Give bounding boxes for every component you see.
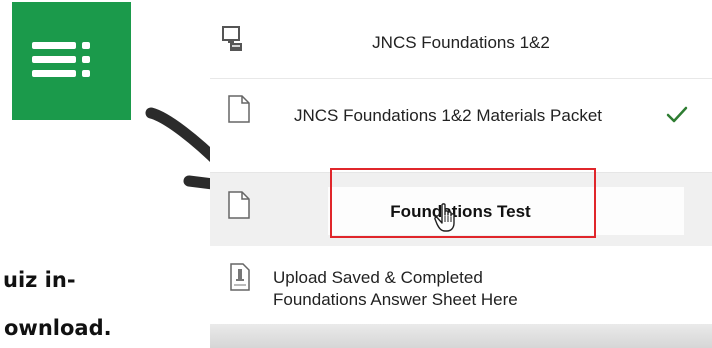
document-icon <box>228 191 250 219</box>
document-icon <box>228 95 250 123</box>
checkmark-icon <box>666 106 688 123</box>
course-item-materials-packet[interactable]: JNCS Foundations 1&2 Materials Packet <box>210 78 712 173</box>
course-item-upload-answer-sheet[interactable]: Upload Saved & Completed Foundations Ans… <box>210 246 712 324</box>
menu-tile[interactable] <box>12 2 131 120</box>
hand-cursor-icon <box>434 203 455 232</box>
assignment-file-icon <box>230 263 250 291</box>
course-item-label: JNCS Foundations 1&2 <box>372 33 550 52</box>
list-menu-icon <box>32 42 90 77</box>
course-item-label: JNCS Foundations 1&2 Materials Packet <box>293 106 603 125</box>
caption-line-1: uiz in- <box>3 268 76 292</box>
caption-line-2: ownload. <box>4 316 112 340</box>
course-item-label: Upload Saved & Completed Foundations Ans… <box>273 268 518 309</box>
panel-bottom-shade <box>210 324 712 348</box>
course-item-foundations-link[interactable]: JNCS Foundations 1&2 <box>210 0 712 78</box>
highlight-box <box>330 168 596 238</box>
